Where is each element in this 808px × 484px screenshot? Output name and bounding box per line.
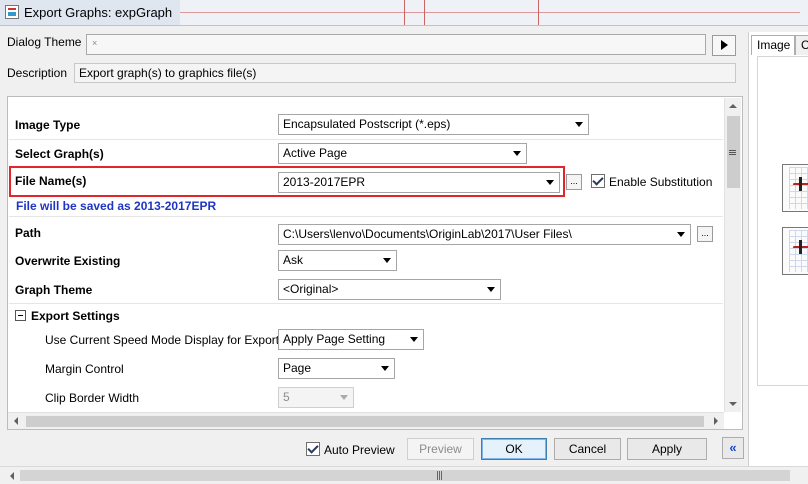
settings-horizontal-scrollbar[interactable] [8,412,724,429]
preview-panel: Image C [748,32,808,466]
dialog-theme-combo[interactable] [86,34,706,55]
margin-control-select[interactable]: Page [278,358,395,379]
image-type-value: Encapsulated Postscript (*.eps) [283,117,451,131]
window-title: Export Graphs: expGraph [24,5,173,20]
description-text: Export graph(s) to graphics file(s) [79,66,257,80]
select-graphs-value: Active Page [283,146,348,160]
path-input[interactable]: C:\Users\lenvo\Documents\OriginLab\2017\… [278,224,691,245]
chevron-down-icon [677,232,685,237]
play-right-icon[interactable] [712,35,736,56]
speed-mode-label: Use Current Speed Mode Display for Expor… [45,333,280,347]
ok-button[interactable]: OK [481,438,547,460]
chevron-down-icon [487,287,495,292]
file-name-browse-button[interactable]: ... [566,174,582,190]
chevron-down-icon [340,395,348,400]
margin-control-label: Margin Control [45,362,124,376]
window-horizontal-scrollbar[interactable] [0,466,808,484]
auto-preview-label: Auto Preview [324,443,395,457]
preview-button[interactable]: Preview [407,438,474,460]
chevron-down-icon [575,122,583,127]
chevron-down-icon [546,180,554,185]
watermark [732,432,808,464]
save-location-note: File will be saved as 2013-2017EPR [16,199,217,213]
speed-mode-select[interactable]: Apply Page Setting [278,329,424,350]
graph-thumbnail [782,164,808,212]
grip-icon [729,150,736,151]
overwrite-existing-select[interactable]: Ask [278,250,397,271]
description-label: Description [7,66,68,80]
minus-box-icon[interactable] [15,310,26,321]
file-name-label: File Name(s) [15,174,87,188]
clear-theme-icon[interactable]: × [92,38,97,48]
chevron-down-icon [513,151,521,156]
image-preview [757,56,808,386]
path-label: Path [15,226,42,240]
scroll-thumb[interactable] [727,116,740,188]
select-graphs-label: Select Graph(s) [15,147,104,161]
tab-other[interactable]: C [795,35,808,55]
scroll-left-icon[interactable] [14,417,18,425]
auto-preview-checkbox[interactable] [306,442,320,456]
graph-theme-label: Graph Theme [15,283,93,297]
background-graph [180,0,808,25]
scroll-right-icon[interactable] [714,417,718,425]
tab-image[interactable]: Image [751,35,795,55]
enable-substitution-checkbox[interactable] [591,174,605,188]
select-graphs-select[interactable]: Active Page [278,143,527,164]
scroll-thumb[interactable] [26,416,704,427]
grip-icon [437,471,438,480]
speed-mode-value: Apply Page Setting [283,332,386,346]
overwrite-existing-value: Ask [283,253,304,267]
chevron-down-icon [383,258,391,263]
file-name-value: 2013-2017EPR [283,175,366,189]
graph-theme-value: <Original> [283,282,339,296]
image-type-select[interactable]: Encapsulated Postscript (*.eps) [278,114,589,135]
file-name-input[interactable]: 2013-2017EPR [278,172,560,193]
origin-app-icon [5,5,19,19]
cancel-button[interactable]: Cancel [554,438,621,460]
image-type-label: Image Type [15,118,81,132]
settings-vertical-scrollbar[interactable] [724,98,741,412]
clip-border-width-select: 5 [278,387,354,408]
title-bar: Export Graphs: expGraph [0,0,808,26]
scroll-thumb[interactable] [20,470,790,481]
path-value: C:\Users\lenvo\Documents\OriginLab\2017\… [283,227,572,241]
scroll-up-icon[interactable] [729,104,737,108]
scroll-down-icon[interactable] [729,402,737,406]
margin-control-value: Page [283,361,312,375]
overwrite-existing-label: Overwrite Existing [15,254,121,268]
graph-theme-select[interactable]: <Original> [278,279,501,300]
chevron-down-icon [381,366,389,371]
path-browse-button[interactable]: ... [697,226,713,242]
dialog-theme-label: Dialog Theme [7,35,82,49]
description-field: Export graph(s) to graphics file(s) [74,63,736,83]
apply-button[interactable]: Apply [627,438,707,460]
clip-border-width-value: 5 [283,390,290,404]
scroll-left-icon[interactable] [10,472,14,480]
clip-border-width-label: Clip Border Width [45,391,140,405]
graph-thumbnail [782,227,808,275]
chevron-down-icon [410,337,418,342]
export-settings-label: Export Settings [31,309,120,323]
enable-substitution-label: Enable Substitution [609,175,713,189]
